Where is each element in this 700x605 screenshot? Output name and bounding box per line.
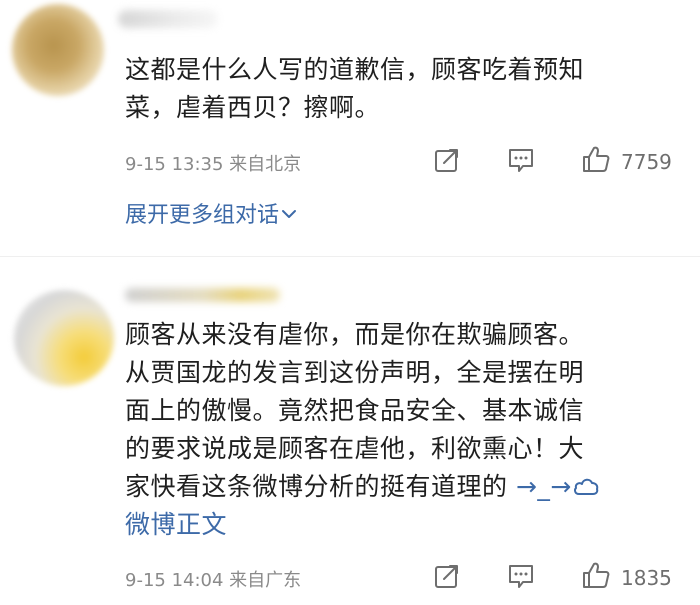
link-arrow[interactable]: →_→ (516, 472, 572, 501)
username-blurred[interactable] (125, 288, 280, 302)
timestamp-location: 9-15 13:35 来自北京 (125, 154, 302, 175)
weibo-post-link[interactable]: 微博正文 (125, 506, 685, 544)
comment-text: 顾客从来没有虐你，而是你在欺骗顾客。 从贾国龙的发言到这份声明，全是摆在明 面上… (125, 316, 685, 544)
expand-conversation-link[interactable]: 展开更多组对话 (125, 197, 297, 229)
comment-item: 这都是什么人写的道歉信，顾客吃着预知 菜，虐着西贝？擦啊。 9-15 13:35… (0, 0, 700, 255)
weibo-cloud-icon[interactable] (572, 475, 600, 497)
thumbs-up-icon[interactable] (581, 560, 611, 590)
comment-icon[interactable] (507, 146, 535, 174)
comment-text-segment: 家快看这条微博分析的挺有道理的 (125, 472, 508, 501)
avatar[interactable] (12, 4, 104, 96)
expand-label: 展开更多组对话 (125, 203, 280, 228)
comment-text-line: 的要求说成是顾客在虐他，利欲熏心！大 (125, 434, 585, 463)
timestamp-location: 9-15 14:04 来自广东 (125, 570, 302, 591)
share-icon[interactable] (433, 146, 461, 174)
comment-text-line: 顾客从来没有虐你，而是你在欺骗顾客。 (125, 320, 585, 349)
like-count: 7759 (621, 150, 672, 174)
comment-text: 这都是什么人写的道歉信，顾客吃着预知 菜，虐着西贝？擦啊。 (125, 51, 685, 127)
comment-text-line: 家快看这条微博分析的挺有道理的 →_→ (125, 468, 685, 506)
comment-text-line: 菜，虐着西贝？擦啊。 (125, 93, 381, 122)
comment-item: 顾客从来没有虐你，而是你在欺骗顾客。 从贾国龙的发言到这份声明，全是摆在明 面上… (0, 262, 700, 605)
comment-icon[interactable] (507, 562, 535, 590)
comment-text-line: 从贾国龙的发言到这份声明，全是摆在明 (125, 358, 585, 387)
avatar[interactable] (14, 290, 114, 386)
thumbs-up-icon[interactable] (581, 144, 611, 174)
chevron-down-icon (282, 210, 297, 218)
divider (0, 256, 700, 257)
share-icon[interactable] (433, 562, 461, 590)
comment-text-line: 面上的傲慢。竟然把食品安全、基本诚信 (125, 396, 585, 425)
like-count: 1835 (621, 566, 672, 590)
comment-meta: 9-15 14:04 来自广东 1835 (125, 562, 685, 592)
username-blurred[interactable] (118, 10, 218, 28)
comment-meta: 9-15 13:35 来自北京 7759 (125, 146, 685, 176)
comment-text-line: 这都是什么人写的道歉信，顾客吃着预知 (125, 55, 585, 84)
